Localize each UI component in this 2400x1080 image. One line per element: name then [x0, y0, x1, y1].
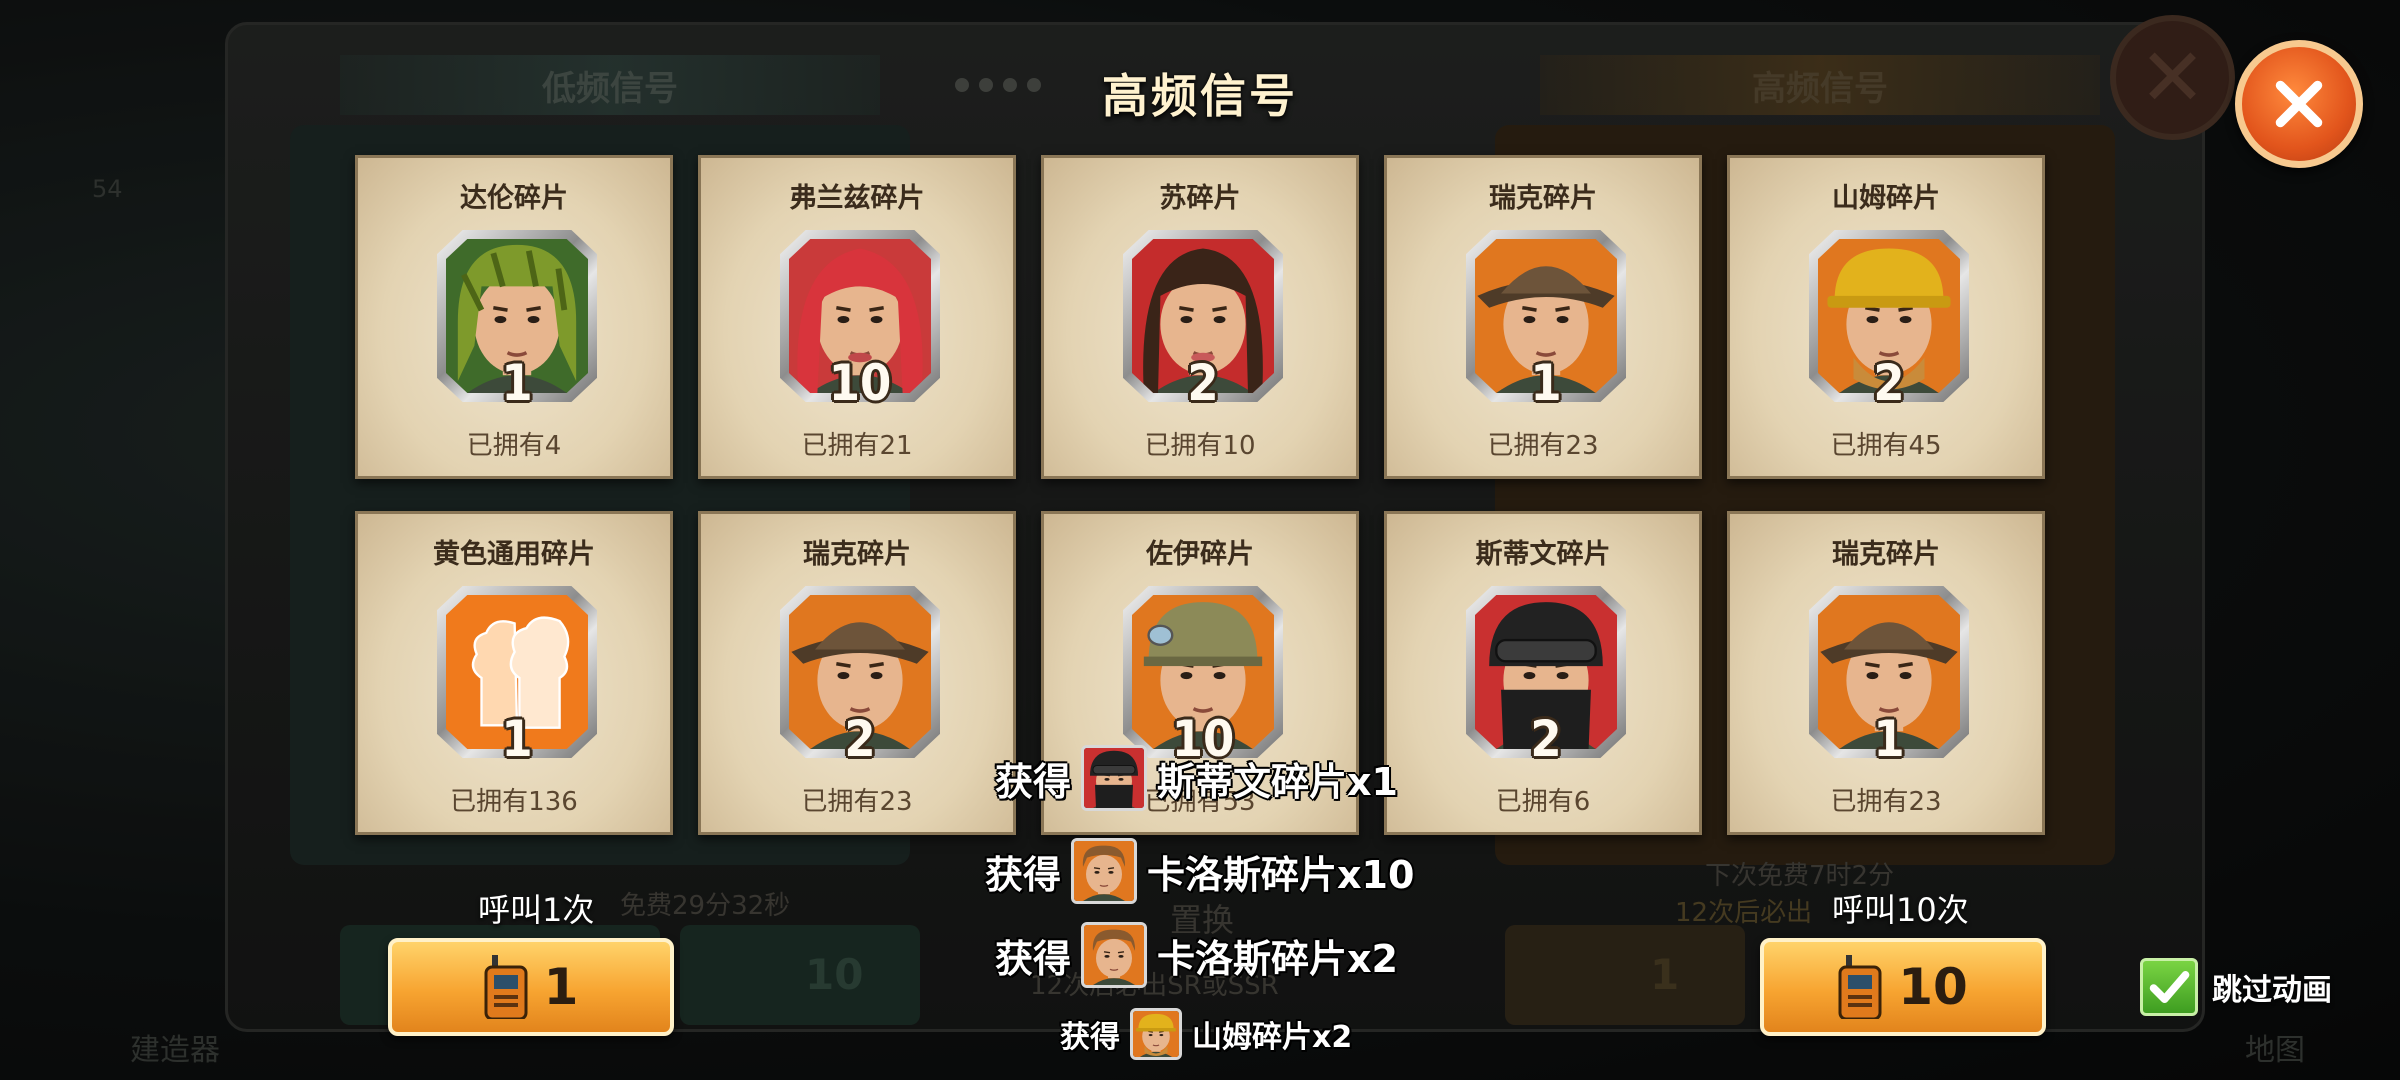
toast-text: 山姆碎片x2 [1192, 1020, 1353, 1055]
fragment-quantity: 1 [1873, 710, 1905, 768]
fragment-quantity: 2 [1873, 354, 1905, 412]
toast-avatar [1130, 1008, 1182, 1060]
reward-toast: 获得 斯蒂文碎片x1 [995, 745, 1398, 811]
card-name: 达伦碎片 [460, 183, 568, 214]
hero-portrait: 10 [780, 230, 940, 412]
card-name: 斯蒂文碎片 [1475, 539, 1611, 570]
fragment-quantity: 1 [1530, 354, 1562, 412]
call-ten-label: 呼叫10次 [1832, 891, 1969, 929]
reward-card: 达伦碎片 1 已拥有4 [355, 155, 673, 479]
card-name: 山姆碎片 [1832, 183, 1940, 214]
reward-card: 瑞克碎片 1 已拥有23 [1384, 155, 1702, 479]
toast-avatar [1081, 745, 1148, 811]
reward-card: 瑞克碎片 1 已拥有23 [1727, 511, 2045, 835]
reward-card: 苏碎片 2 已拥有10 [1041, 155, 1359, 479]
reward-card: 瑞克碎片 2 已拥有23 [698, 511, 1016, 835]
call-once-cost: 1 [543, 958, 579, 1016]
hero-portrait: 1 [1809, 586, 1969, 768]
hero-portrait: 1 [1466, 230, 1626, 412]
reward-card: 弗兰兹碎片 10 已拥有21 [698, 155, 1016, 479]
owned-count: 已拥有136 [450, 787, 578, 817]
skip-animation-toggle[interactable]: 跳过动画 [2140, 958, 2332, 1016]
owned-count: 已拥有10 [1144, 431, 1256, 461]
toast-avatar [1071, 838, 1138, 904]
skip-animation-checkbox[interactable] [2140, 958, 2198, 1016]
toast-prefix: 获得 [995, 936, 1072, 981]
fragment-quantity: 2 [1187, 354, 1219, 412]
universal-fragment-icon: 1 [437, 586, 597, 768]
dialog-title: 高频信号 [1102, 69, 1298, 123]
owned-count: 已拥有45 [1830, 431, 1942, 461]
checkmark-icon [2149, 971, 2190, 1003]
card-name: 苏碎片 [1159, 183, 1241, 214]
card-name: 瑞克碎片 [1832, 539, 1940, 570]
walkie-talkie-icon [484, 955, 528, 1019]
hero-portrait: 1 [437, 230, 597, 412]
fragment-quantity: 10 [828, 354, 892, 412]
owned-count: 已拥有23 [1830, 787, 1942, 817]
reward-card: 山姆碎片 2 已拥有45 [1727, 155, 2045, 479]
reward-toast: 获得 卡洛斯碎片x2 [995, 922, 1398, 988]
hero-portrait: 2 [780, 586, 940, 768]
call-once-button[interactable]: 1 [388, 938, 674, 1036]
owned-count: 已拥有6 [1495, 787, 1591, 817]
close-button[interactable] [2235, 40, 2363, 168]
walkie-talkie-icon [1838, 955, 1882, 1019]
hero-portrait: 2 [1809, 230, 1969, 412]
fragment-quantity: 1 [501, 710, 533, 768]
fragment-quantity: 2 [1530, 710, 1562, 768]
toast-prefix: 获得 [985, 852, 1062, 897]
owned-count: 已拥有4 [466, 431, 562, 461]
reward-toast: 获得 山姆碎片x2 [1060, 1008, 1352, 1060]
reward-toast: 获得 卡洛斯碎片x10 [985, 838, 1414, 904]
card-name: 佐伊碎片 [1146, 539, 1254, 570]
card-name: 弗兰兹碎片 [789, 183, 925, 214]
card-name: 瑞克碎片 [1489, 183, 1597, 214]
call-ten-button[interactable]: 10 [1760, 938, 2046, 1036]
toast-avatar [1081, 922, 1148, 988]
reward-card: 黄色通用碎片 1 已拥有136 [355, 511, 673, 835]
card-name: 黄色通用碎片 [433, 539, 595, 570]
hero-portrait: 2 [1123, 230, 1283, 412]
toast-text: 卡洛斯碎片x10 [1147, 852, 1415, 897]
card-name: 瑞克碎片 [803, 539, 911, 570]
toast-text: 卡洛斯碎片x2 [1157, 936, 1398, 981]
close-x-icon [2275, 80, 2323, 128]
reward-card: 斯蒂文碎片 2 已拥有6 [1384, 511, 1702, 835]
hero-portrait: 10 [1123, 586, 1283, 768]
call-ten-cost: 10 [1898, 958, 1968, 1016]
toast-prefix: 获得 [995, 759, 1072, 804]
skip-animation-label: 跳过动画 [2212, 973, 2332, 1008]
owned-count: 已拥有23 [801, 787, 913, 817]
toast-text: 斯蒂文碎片x1 [1157, 759, 1398, 804]
fragment-quantity: 1 [501, 354, 533, 412]
hero-portrait: 2 [1466, 586, 1626, 768]
owned-count: 已拥有23 [1487, 431, 1599, 461]
call-once-label: 呼叫1次 [478, 891, 595, 929]
owned-count: 已拥有21 [801, 431, 913, 461]
toast-prefix: 获得 [1060, 1020, 1120, 1055]
fragment-quantity: 2 [844, 710, 876, 768]
